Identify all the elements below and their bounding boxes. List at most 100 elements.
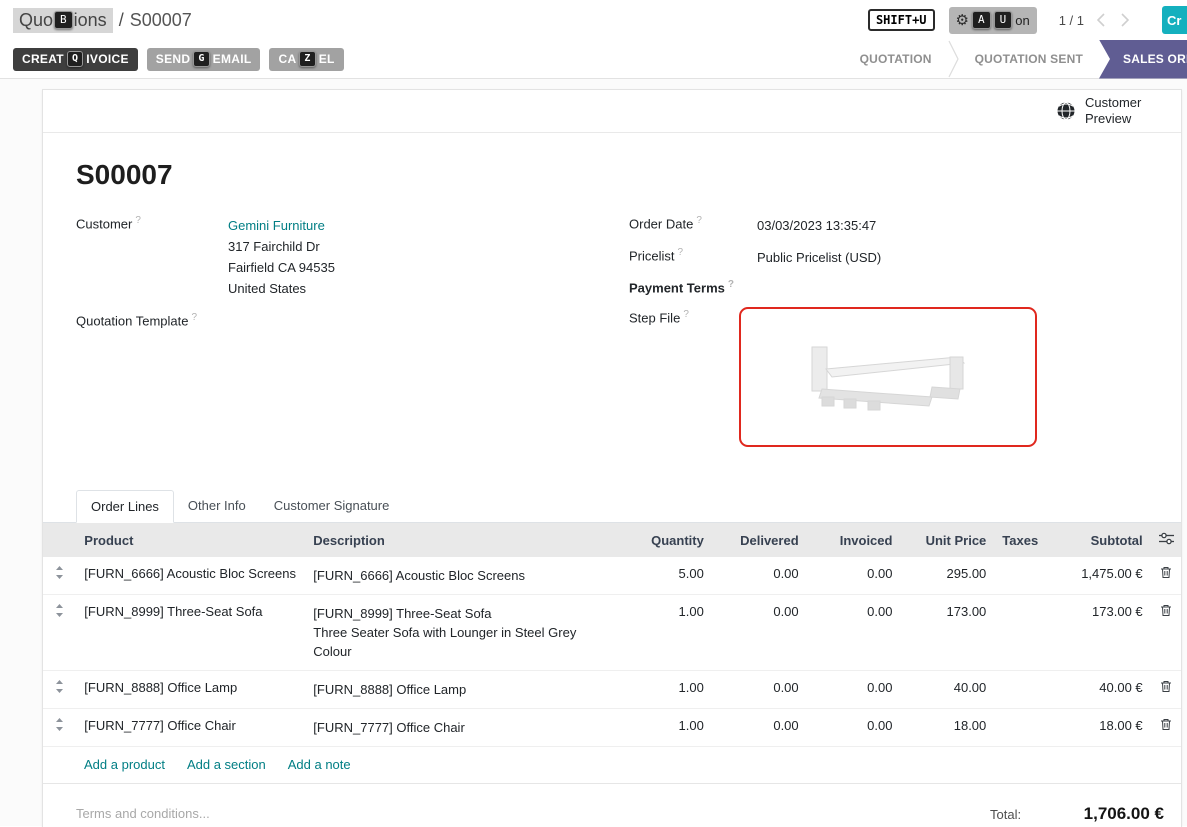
order-line-row: [FURN_8999] Three-Seat Sofa [FURN_8999] … xyxy=(43,595,1181,671)
subtotal-cell: 40.00 € xyxy=(1043,671,1151,709)
breadcrumb-separator: / xyxy=(119,10,124,31)
subtotal-cell: 1,475.00 € xyxy=(1043,557,1151,595)
drag-handle-icon[interactable] xyxy=(43,709,76,747)
step-file-image[interactable] xyxy=(739,307,1037,447)
taxes-cell[interactable] xyxy=(994,557,1042,595)
description-cell[interactable]: [FURN_6666] Acoustic Bloc Screens xyxy=(305,557,623,595)
unit-price-cell[interactable]: 18.00 xyxy=(900,709,994,747)
product-cell[interactable]: [FURN_8999] Three-Seat Sofa xyxy=(76,595,305,671)
create-invoice-button[interactable]: CREATQIVOICE xyxy=(13,48,138,71)
step-file-3d-preview xyxy=(782,327,994,427)
send-email-button[interactable]: SENDGEMAIL xyxy=(147,48,261,71)
pricelist-field-value[interactable]: Public Pricelist (USD) xyxy=(757,247,881,268)
description-cell[interactable]: [FURN_7777] Office Chair xyxy=(305,709,623,747)
breadcrumb-quotations-link[interactable]: QuoBions xyxy=(13,8,113,33)
customer-address-line1: 317 Fairchild Dr xyxy=(228,236,335,257)
unit-price-cell[interactable]: 295.00 xyxy=(900,557,994,595)
statusbar-step-sales-order[interactable]: SALES ORDER xyxy=(1099,40,1187,79)
invoiced-cell[interactable]: 0.00 xyxy=(807,671,901,709)
product-cell[interactable]: [FURN_7777] Office Chair xyxy=(76,709,305,747)
subtotal-cell: 173.00 € xyxy=(1043,595,1151,671)
breadcrumb-current: S00007 xyxy=(130,10,192,31)
delete-line-icon[interactable] xyxy=(1151,595,1181,671)
payment-terms-field-label: Payment Terms? xyxy=(629,279,757,295)
invoiced-cell[interactable]: 0.00 xyxy=(807,595,901,671)
order-date-field-row: Order Date? 03/03/2023 13:35:47 xyxy=(629,215,1161,236)
help-icon: ? xyxy=(678,247,684,258)
cancel-label-after: EL xyxy=(319,52,335,66)
delete-line-icon[interactable] xyxy=(1151,557,1181,595)
unit-price-cell[interactable]: 173.00 xyxy=(900,595,994,671)
customer-link[interactable]: Gemini Furniture xyxy=(228,218,325,233)
customer-field-row: Customer? Gemini Furniture 317 Fairchild… xyxy=(76,215,629,299)
corner-create-button[interactable]: Cr xyxy=(1162,6,1187,34)
customer-preview-button[interactable]: Customer Preview xyxy=(1056,95,1157,128)
statusbar-separator-icon xyxy=(948,40,959,79)
taxes-cell[interactable] xyxy=(994,595,1042,671)
help-icon: ? xyxy=(192,312,198,323)
customer-address-line3: United States xyxy=(228,278,335,299)
tab-other-info[interactable]: Other Info xyxy=(174,490,260,522)
delivered-cell[interactable]: 0.00 xyxy=(712,595,807,671)
help-icon: ? xyxy=(135,215,141,226)
pricelist-field-label: Pricelist? xyxy=(629,247,757,263)
add-note-link[interactable]: Add a note xyxy=(288,757,351,772)
quantity-cell[interactable]: 5.00 xyxy=(623,557,712,595)
help-icon: ? xyxy=(696,215,702,226)
order-lines-table: Product Description Quantity Delivered I… xyxy=(43,523,1181,747)
statusbar-step-quotation-sent[interactable]: QUOTATION SENT xyxy=(959,40,1099,79)
quantity-cell[interactable]: 1.00 xyxy=(623,709,712,747)
tab-order-lines[interactable]: Order Lines xyxy=(76,490,174,523)
description-line: [FURN_8888] Office Lamp xyxy=(313,680,615,699)
form-statusbar: CREATQIVOICE SENDGEMAIL CAZEL QUOTATION … xyxy=(0,40,1187,79)
hotkey-badge-u: U xyxy=(994,11,1013,28)
add-section-link[interactable]: Add a section xyxy=(187,757,266,772)
total-label: Total: xyxy=(990,807,1021,822)
order-date-field-value[interactable]: 03/03/2023 13:35:47 xyxy=(757,215,876,236)
description-cell[interactable]: [FURN_8888] Office Lamp xyxy=(305,671,623,709)
delete-line-icon[interactable] xyxy=(1151,671,1181,709)
globe-icon xyxy=(1056,101,1076,121)
terms-and-conditions-input[interactable]: Terms and conditions... xyxy=(76,806,210,827)
table-footer-links: Add a product Add a section Add a note xyxy=(43,747,1181,784)
order-date-field-label: Order Date? xyxy=(629,215,757,231)
table-header-row: Product Description Quantity Delivered I… xyxy=(43,523,1181,557)
order-line-row: [FURN_7777] Office Chair [FURN_7777] Off… xyxy=(43,709,1181,747)
action-menu-button[interactable]: ⚙ A U on xyxy=(949,7,1037,34)
description-line2: Three Seater Sofa with Lounger in Steel … xyxy=(313,623,615,661)
quantity-cell[interactable]: 1.00 xyxy=(623,595,712,671)
delivered-cell[interactable]: 0.00 xyxy=(712,709,807,747)
drag-handle-icon[interactable] xyxy=(43,557,76,595)
pager-next-icon[interactable] xyxy=(1118,13,1132,27)
optional-columns-icon[interactable] xyxy=(1151,523,1181,557)
cancel-button[interactable]: CAZEL xyxy=(269,48,343,71)
drag-handle-icon[interactable] xyxy=(43,671,76,709)
delete-line-icon[interactable] xyxy=(1151,709,1181,747)
taxes-cell[interactable] xyxy=(994,671,1042,709)
product-cell[interactable]: [FURN_6666] Acoustic Bloc Screens xyxy=(76,557,305,595)
subtotal-column-header: Subtotal xyxy=(1043,523,1151,557)
sheet-footer: Terms and conditions... Total: 1,706.00 … xyxy=(43,784,1181,827)
delivered-cell[interactable]: 0.00 xyxy=(712,557,807,595)
invoiced-column-header: Invoiced xyxy=(807,523,901,557)
invoiced-cell[interactable]: 0.00 xyxy=(807,709,901,747)
unit-price-cell[interactable]: 40.00 xyxy=(900,671,994,709)
drag-handle-icon[interactable] xyxy=(43,595,76,671)
quantity-column-header: Quantity xyxy=(623,523,712,557)
hotkey-badge-g: G xyxy=(193,51,209,67)
tab-customer-signature[interactable]: Customer Signature xyxy=(260,490,404,522)
taxes-cell[interactable] xyxy=(994,709,1042,747)
quantity-cell[interactable]: 1.00 xyxy=(623,671,712,709)
order-line-row: [FURN_8888] Office Lamp [FURN_8888] Offi… xyxy=(43,671,1181,709)
form-fields: Customer? Gemini Furniture 317 Fairchild… xyxy=(76,215,1161,458)
product-cell[interactable]: [FURN_8888] Office Lamp xyxy=(76,671,305,709)
delivered-cell[interactable]: 0.00 xyxy=(712,671,807,709)
pager-previous-icon[interactable] xyxy=(1094,13,1108,27)
hotkey-badge-z: Z xyxy=(299,51,315,67)
corner-create-label: Cr xyxy=(1167,13,1181,28)
control-panel: QuoBions / S00007 SHIFT+U ⚙ A U on 1 / 1 xyxy=(0,0,1187,40)
add-product-link[interactable]: Add a product xyxy=(84,757,165,772)
description-cell[interactable]: [FURN_8999] Three-Seat SofaThree Seater … xyxy=(305,595,623,671)
statusbar-step-quotation[interactable]: QUOTATION xyxy=(844,40,948,79)
invoiced-cell[interactable]: 0.00 xyxy=(807,557,901,595)
